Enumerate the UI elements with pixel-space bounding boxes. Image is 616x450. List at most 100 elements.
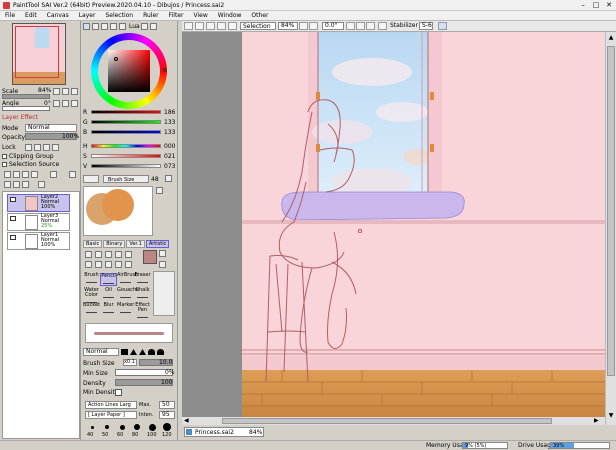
lock-paint-icon[interactable] — [34, 144, 41, 151]
color-wheel-mode-icon[interactable] — [83, 23, 90, 30]
tool-scroll[interactable] — [153, 271, 175, 316]
mixer-mode-icon[interactable] — [119, 23, 126, 30]
brush-tool[interactable]: Chalk — [134, 288, 151, 301]
brush-tool[interactable]: AirBrush — [117, 273, 138, 286]
shape-dome-icon[interactable] — [148, 349, 155, 355]
shrink-icon[interactable] — [217, 22, 226, 30]
checkbox-icon[interactable] — [2, 154, 7, 159]
rotate-right-icon[interactable] — [62, 100, 69, 107]
brush-size-multiplier[interactable]: x0.1 — [123, 359, 137, 366]
angle-slider[interactable] — [2, 106, 50, 111]
zoom-reset-icon[interactable] — [309, 22, 318, 30]
menu-window[interactable]: Window — [213, 11, 247, 20]
canvas[interactable] — [242, 32, 605, 417]
preview-option-icon[interactable] — [156, 187, 163, 194]
shape-dome2-icon[interactable] — [157, 349, 164, 355]
dropper-tool-icon[interactable] — [125, 261, 132, 268]
clear-layer-icon[interactable] — [13, 181, 20, 188]
selection-toggle[interactable]: Selection — [240, 22, 276, 30]
hand-tool-icon[interactable] — [115, 261, 122, 268]
rotate-tool-icon[interactable] — [105, 261, 112, 268]
maximize-button[interactable]: □ — [591, 0, 601, 10]
brush-tool[interactable]: Marker — [117, 303, 134, 316]
brush-tool[interactable]: Pencil — [100, 273, 117, 286]
lock-all-icon[interactable] — [52, 144, 59, 151]
minimize-button[interactable]: – — [578, 0, 588, 10]
color-slider[interactable] — [91, 120, 161, 124]
selection-source[interactable]: Selection Source — [2, 161, 59, 168]
brush-tool[interactable]: Eraser — [134, 273, 151, 286]
color-picker-cursor[interactable] — [114, 57, 118, 61]
menu-ruler[interactable]: Ruler — [138, 11, 164, 20]
color-slider[interactable] — [91, 164, 161, 168]
hsv-mode-icon[interactable] — [101, 23, 108, 30]
brush-dot[interactable] — [90, 425, 94, 429]
selection-rect-icon[interactable] — [85, 251, 92, 258]
rgb-mode-icon[interactable] — [92, 23, 99, 30]
zoom-field[interactable]: 84% — [278, 22, 298, 30]
eyedropper-icon[interactable] — [115, 251, 122, 258]
zoom-out-icon[interactable] — [299, 22, 308, 30]
tab-binary[interactable]: Binary — [103, 240, 126, 248]
menu-edit[interactable]: Edit — [20, 11, 42, 20]
hue-cursor[interactable] — [163, 68, 167, 72]
menu-canvas[interactable]: Canvas — [42, 11, 74, 20]
brush-size-bar[interactable]: Brush Size — [103, 175, 149, 183]
flip-icon[interactable] — [378, 22, 387, 30]
new-folder-icon[interactable] — [22, 171, 29, 178]
swap-color-icon[interactable] — [159, 250, 166, 257]
layer-effect-label[interactable]: Layer Effect — [2, 114, 38, 121]
zoom-in-icon[interactable] — [53, 88, 60, 95]
shape-triangle-icon[interactable] — [130, 349, 137, 355]
tab-basic[interactable]: Basic — [83, 240, 103, 248]
vertical-scrollbar[interactable]: ▲ ▼ — [605, 32, 616, 425]
rotate-reset-icon[interactable] — [71, 100, 78, 107]
line-tool-icon[interactable] — [438, 22, 447, 30]
vertical-scroll-thumb[interactable] — [607, 46, 615, 376]
navigator[interactable] — [12, 23, 66, 85]
tile-icon[interactable] — [195, 22, 204, 30]
rotate-left-icon[interactable] — [346, 22, 355, 30]
size-arrow-icon[interactable] — [165, 175, 172, 182]
color-slider[interactable] — [91, 144, 161, 148]
zoom-tool-icon[interactable] — [95, 261, 102, 268]
new-linework-icon[interactable] — [13, 171, 20, 178]
color-slider[interactable] — [91, 154, 161, 158]
close-button[interactable]: ✕ — [604, 0, 614, 10]
menu-file[interactable]: File — [0, 11, 20, 20]
angle-field[interactable]: 0.0° — [322, 22, 344, 30]
lua-mode-label[interactable]: Lua — [129, 23, 140, 30]
magic-wand-icon[interactable] — [105, 251, 112, 258]
stabilizer-field[interactable]: S-6 — [419, 22, 433, 30]
blend-mode-select[interactable]: Normal — [25, 124, 77, 132]
brush-tool[interactable]: Gouache — [117, 288, 139, 301]
visibility-eye-icon[interactable] — [10, 235, 16, 240]
brush-dot[interactable] — [119, 424, 125, 430]
text-tool-icon[interactable] — [125, 251, 132, 258]
primary-color-swatch[interactable] — [143, 250, 157, 264]
scroll-up-icon[interactable]: ▲ — [607, 34, 615, 42]
delete-layer-icon[interactable] — [69, 171, 76, 178]
rotate-left-icon[interactable] — [53, 100, 60, 107]
lock-transparency-icon[interactable] — [25, 144, 32, 151]
canvas-area[interactable] — [182, 32, 605, 417]
min-density-checkbox[interactable] — [115, 389, 122, 396]
lock-move-icon[interactable] — [43, 144, 50, 151]
brush-tool[interactable]: Bucket — [83, 303, 100, 316]
rotate-right-icon[interactable] — [356, 22, 365, 30]
copy-layer-icon[interactable] — [31, 171, 38, 178]
merge-down-icon[interactable] — [4, 181, 11, 188]
checkbox-icon[interactable] — [2, 162, 7, 167]
scroll-right-icon[interactable]: ▶ — [594, 417, 602, 425]
horizontal-scroll-thumb[interactable] — [222, 418, 552, 424]
move-icon[interactable] — [85, 261, 92, 268]
blend-select[interactable]: Normal — [83, 348, 119, 356]
inten-value[interactable]: 95 — [159, 411, 175, 419]
texture-select[interactable]: Action Lines Larg — [85, 401, 137, 409]
tab-ver1[interactable]: Ver.1 — [126, 240, 145, 248]
rotate-reset-icon[interactable] — [366, 22, 375, 30]
brush-preset-icon[interactable] — [83, 175, 99, 183]
scroll-down-icon[interactable]: ▼ — [607, 412, 615, 420]
brush-tool[interactable]: Effect Pen — [134, 303, 151, 318]
shape-triangle2-icon[interactable] — [139, 349, 146, 355]
